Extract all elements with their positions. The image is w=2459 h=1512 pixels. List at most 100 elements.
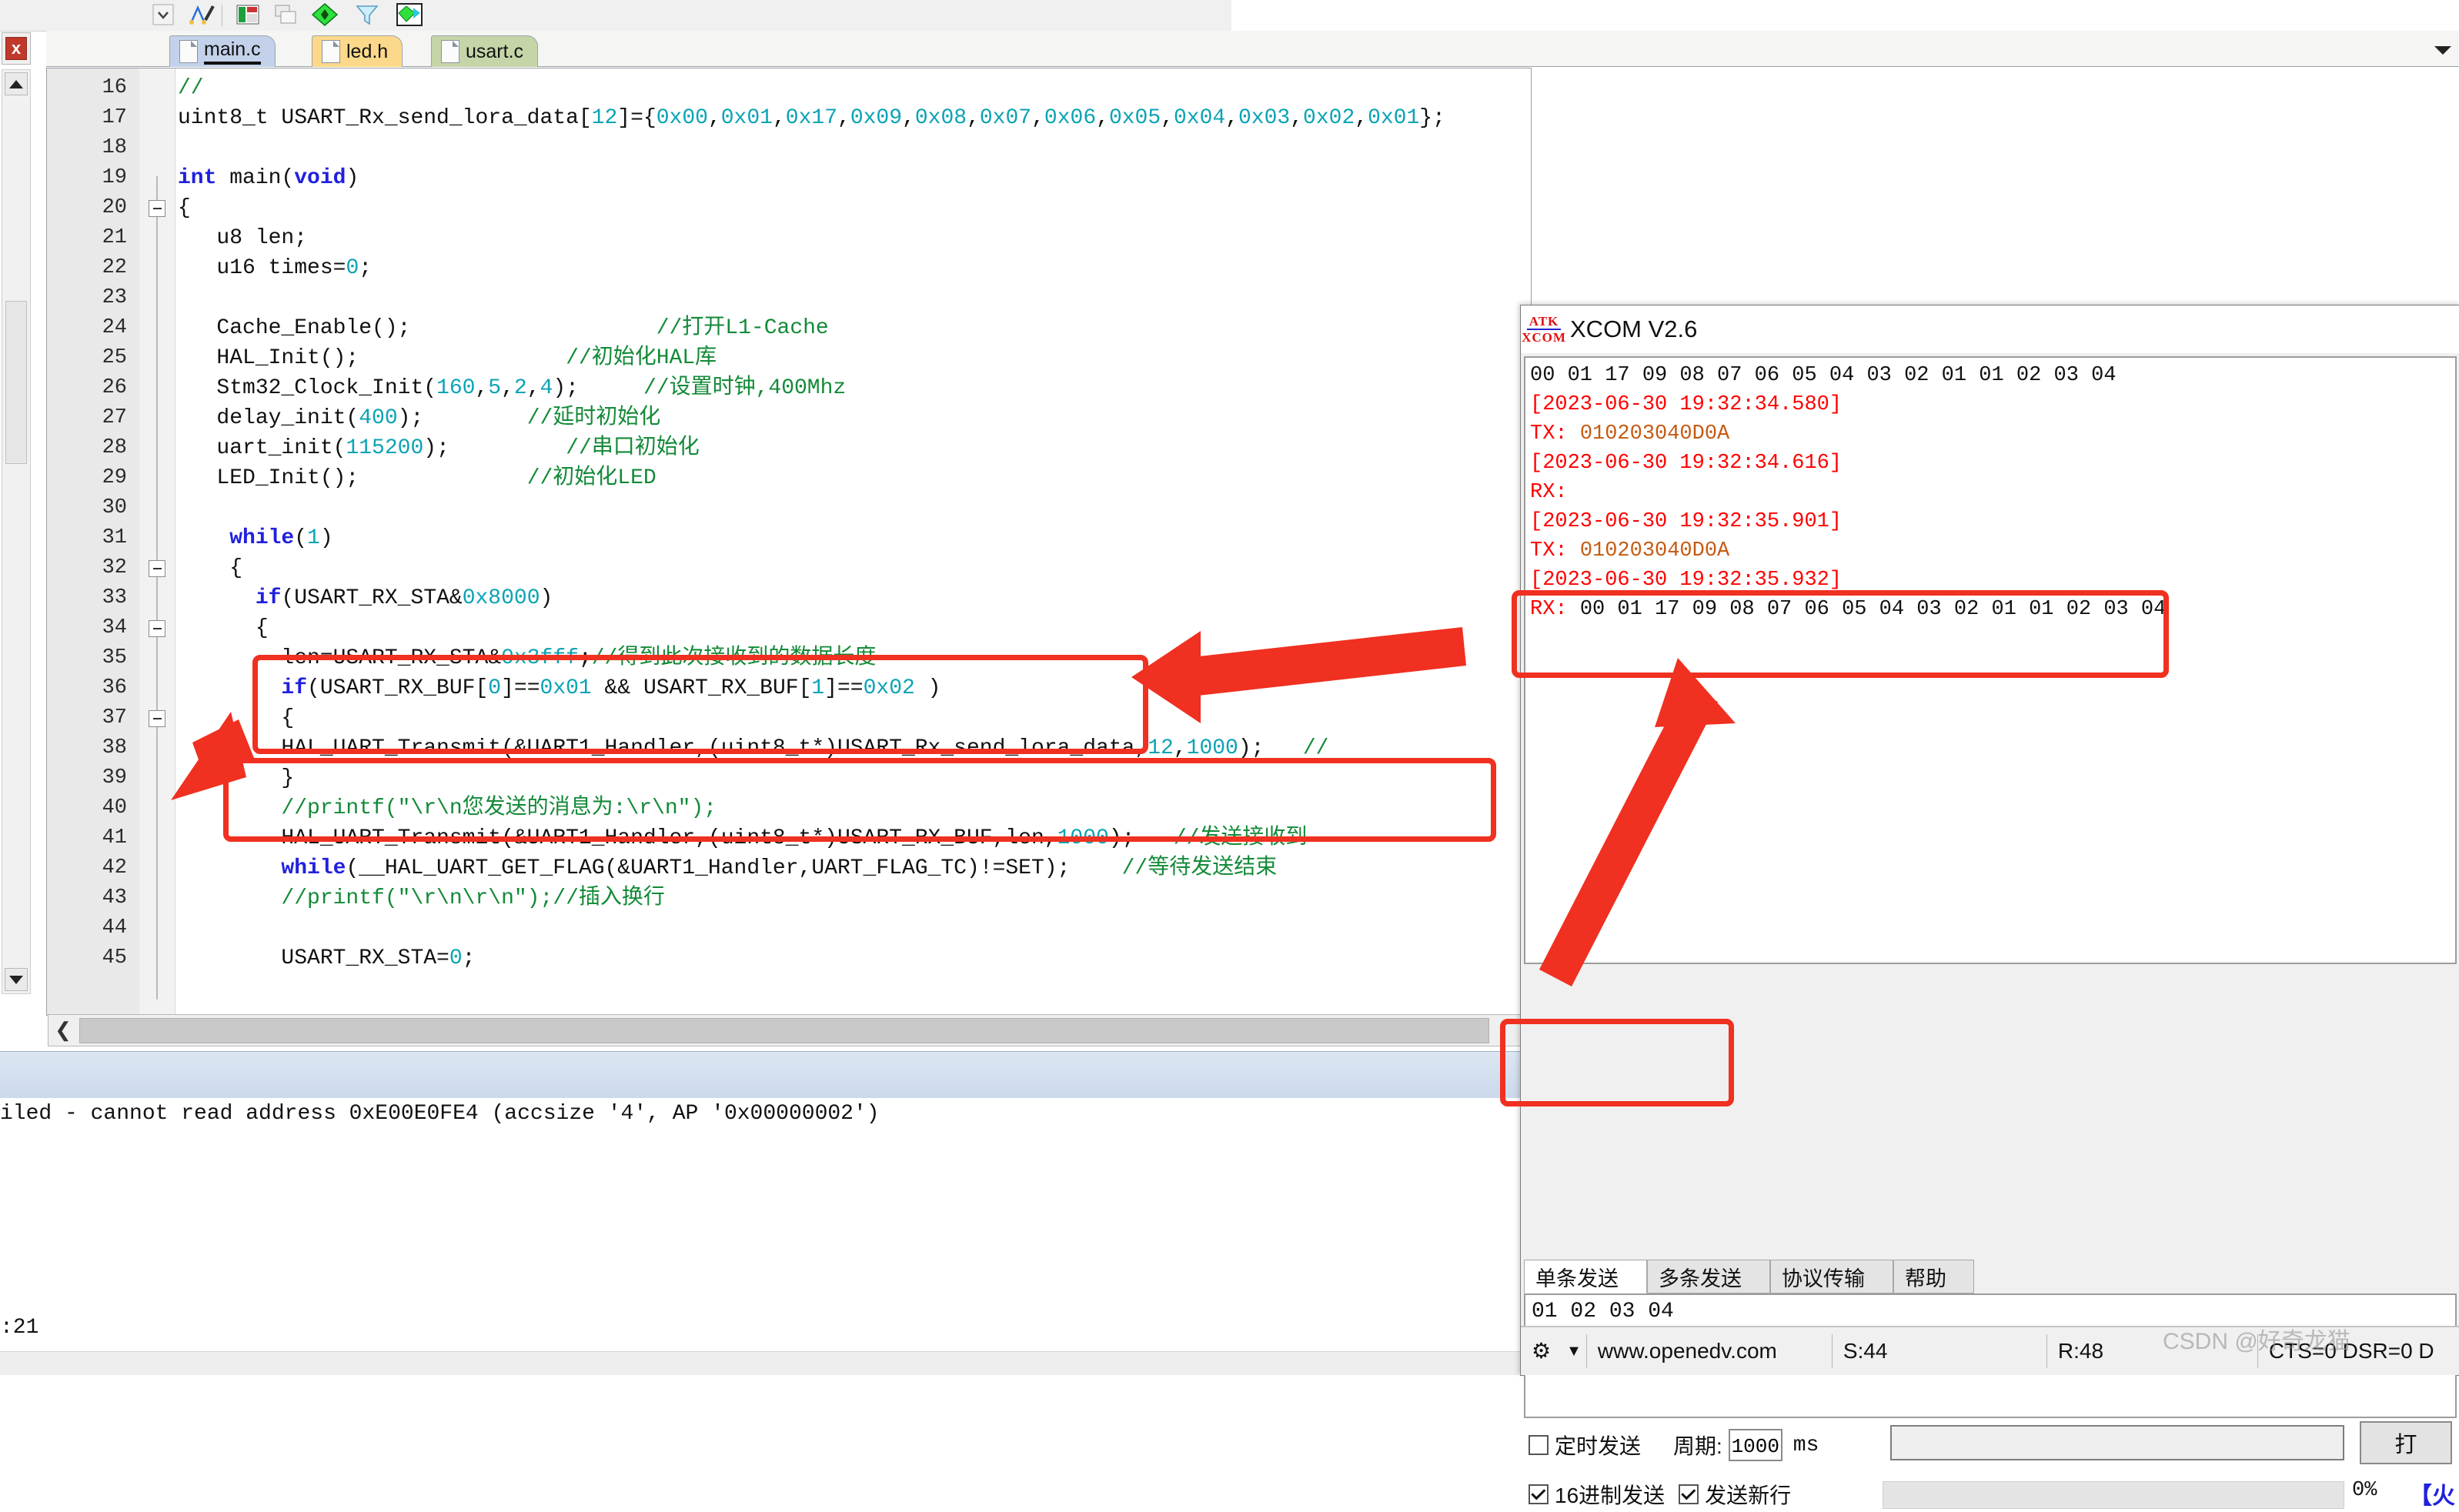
code-text: while(__HAL_UART_GET_FLAG(&UART1_Handler… bbox=[281, 856, 1278, 880]
log-line-prefix: RX: bbox=[1530, 598, 1580, 621]
serial-receive-log[interactable]: 00 01 17 09 08 07 06 05 04 03 02 01 01 0… bbox=[1524, 356, 2457, 964]
line-number: 18 bbox=[102, 136, 127, 159]
code-text: u8 len; bbox=[178, 226, 308, 250]
log-line: [2023-06-30 19:32:34.580] bbox=[1530, 393, 1843, 416]
line-number: 41 bbox=[102, 826, 127, 849]
code-text: int main(void) bbox=[178, 166, 359, 190]
line-number: 35 bbox=[102, 646, 127, 669]
line-number: 29 bbox=[102, 466, 127, 489]
tab-multi-send[interactable]: 多条发送 bbox=[1647, 1260, 1770, 1293]
gear-icon[interactable]: ⚙ bbox=[1521, 1334, 1562, 1368]
code-line: 19 int main(void) bbox=[47, 163, 1531, 193]
line-number: 23 bbox=[102, 286, 127, 309]
line-number: 38 bbox=[102, 736, 127, 759]
flame-link[interactable]: 【火 bbox=[2406, 1475, 2458, 1512]
send-mode-tabs[interactable]: 单条发送 多条发送 协议传输 帮助 bbox=[1524, 1260, 2457, 1293]
code-text: HAL_UART_Transmit(&UART1_Handler,(uint8_… bbox=[178, 826, 1308, 850]
code-text: { bbox=[178, 196, 191, 220]
code-line: 30 bbox=[47, 493, 1531, 523]
xcom-serial-window[interactable]: ATK XCOM XCOM V2.6 00 01 17 09 08 07 06 … bbox=[1520, 305, 2459, 1512]
code-editor[interactable]: 16 // 17 uint8_t USART_Rx_send_lora_data[12… bbox=[46, 68, 1532, 1016]
dropdown-icon[interactable] bbox=[146, 2, 180, 28]
line-number: 39 bbox=[102, 766, 127, 789]
tab-protocol-transfer[interactable]: 协议传输 bbox=[1770, 1260, 1893, 1293]
tab-help[interactable]: 帮助 bbox=[1893, 1260, 1974, 1293]
tab-usart-c[interactable]: usart.c bbox=[431, 35, 539, 67]
log-line-body: 010203040D0A bbox=[1579, 422, 1730, 446]
log-line: TX: 010203040D0A bbox=[1530, 536, 2455, 566]
file-icon bbox=[322, 40, 340, 63]
scroll-left-icon[interactable]: ❮ bbox=[50, 1016, 76, 1043]
funnel-icon[interactable] bbox=[350, 2, 384, 28]
line-number: 31 bbox=[102, 526, 127, 549]
code-text: Stm32_Clock_Init(160,5,2,4); //设置时钟,400M… bbox=[178, 376, 847, 400]
newline-send-label: 发送新行 bbox=[1705, 1484, 1792, 1507]
line-number: 28 bbox=[102, 436, 127, 459]
code-line: 23 bbox=[47, 283, 1531, 313]
hex-send-label: 16进制发送 bbox=[1555, 1484, 1666, 1507]
line-number: 44 bbox=[102, 916, 127, 940]
tab-label: 协议传输 bbox=[1782, 1267, 1865, 1290]
line-number: 24 bbox=[102, 316, 127, 339]
file-icon bbox=[441, 40, 459, 63]
line-number: 22 bbox=[102, 256, 127, 279]
code-text: } bbox=[178, 766, 295, 790]
tab-main-c[interactable]: main.c bbox=[169, 35, 276, 67]
code-text: //printf("\r\n\r\n");//插入换行 bbox=[281, 886, 665, 910]
code-text: Cache_Enable(); //打开L1-Cache bbox=[178, 316, 829, 340]
code-text: HAL_UART_Transmit(&UART1_Handler,(uint8_… bbox=[178, 736, 1329, 760]
xcom-title-bar: ATK XCOM XCOM V2.6 bbox=[1521, 305, 2459, 353]
log-line-prefix: TX: bbox=[1530, 539, 1580, 562]
timed-send-label: 定时发送 bbox=[1555, 1434, 1642, 1458]
hex-send-checkbox[interactable] bbox=[1529, 1484, 1549, 1504]
code-line: 25 HAL_Init(); //初始化HAL库 bbox=[47, 343, 1531, 373]
tab-overflow-chevron-down-icon[interactable] bbox=[2434, 46, 2451, 55]
line-number: 25 bbox=[102, 346, 127, 369]
bookmark-icon[interactable] bbox=[185, 2, 219, 28]
copy-icon[interactable] bbox=[269, 2, 303, 28]
code-line: 20 { bbox=[47, 193, 1531, 223]
timed-send-checkbox[interactable] bbox=[1529, 1435, 1549, 1455]
scroll-down-icon[interactable] bbox=[5, 968, 28, 991]
send-options-row: 16进制发送 发送新行 bbox=[1529, 1479, 1791, 1510]
code-line: 43 //printf("\r\n\r\n");//插入换行 bbox=[47, 883, 1531, 913]
sent-bytes-count: S:44 bbox=[1843, 1339, 1888, 1363]
code-line: 16 // bbox=[47, 73, 1531, 103]
code-text-area[interactable]: 16 // 17 uint8_t USART_Rx_send_lora_data[12… bbox=[47, 68, 1531, 1015]
tab-label: usart.c bbox=[466, 40, 524, 62]
code-line: 36 if(USART_RX_BUF[0]==0x01 && USART_RX_… bbox=[47, 673, 1531, 703]
period-label: 周期: bbox=[1673, 1434, 1722, 1458]
code-line: 24 Cache_Enable(); //打开L1-Cache bbox=[47, 313, 1531, 343]
green-diamond-icon[interactable] bbox=[308, 2, 342, 28]
progress-percent: 0% bbox=[2352, 1479, 2377, 1502]
scrollbar-thumb[interactable] bbox=[5, 301, 27, 464]
target-diamond-icon[interactable] bbox=[393, 2, 426, 28]
tab-label: led.h bbox=[346, 40, 389, 62]
line-number: 30 bbox=[102, 496, 127, 519]
tab-led-h[interactable]: led.h bbox=[312, 35, 403, 67]
newline-send-checkbox[interactable] bbox=[1679, 1484, 1699, 1504]
tab-label: 单条发送 bbox=[1535, 1267, 1619, 1290]
command-input[interactable] bbox=[1890, 1425, 2344, 1460]
editor-vertical-scrollbar[interactable] bbox=[2, 69, 31, 994]
code-text: HAL_Init(); //初始化HAL库 bbox=[178, 346, 717, 370]
code-text: len=USART_RX_STA&0x3fff;//得到此次接收到的数据长度 bbox=[178, 646, 877, 670]
scrollbar-thumb[interactable] bbox=[79, 1018, 1489, 1043]
file-icon bbox=[179, 40, 198, 63]
code-text: { bbox=[178, 616, 269, 640]
chevron-down-icon[interactable]: ▼ bbox=[1562, 1334, 1586, 1368]
line-number: 37 bbox=[102, 706, 127, 729]
line-number: 32 bbox=[102, 556, 127, 579]
close-document-button[interactable]: x bbox=[2, 32, 31, 65]
period-input[interactable]: 1000 bbox=[1728, 1429, 1782, 1461]
tab-single-send[interactable]: 单条发送 bbox=[1524, 1260, 1647, 1293]
editor-horizontal-scrollbar[interactable]: ❮ bbox=[48, 1014, 1532, 1046]
code-text: // bbox=[178, 76, 204, 100]
openedv-link[interactable]: www.openedv.com bbox=[1587, 1334, 1832, 1368]
log-line: [2023-06-30 19:32:34.616] bbox=[1530, 452, 1843, 475]
window-layout-icon[interactable] bbox=[231, 2, 265, 28]
code-line: 27 delay_init(400); //延时初始化 bbox=[47, 403, 1531, 433]
open-port-button[interactable]: 打 bbox=[2360, 1421, 2452, 1464]
line-number: 26 bbox=[102, 376, 127, 399]
scroll-up-icon[interactable] bbox=[5, 72, 28, 95]
